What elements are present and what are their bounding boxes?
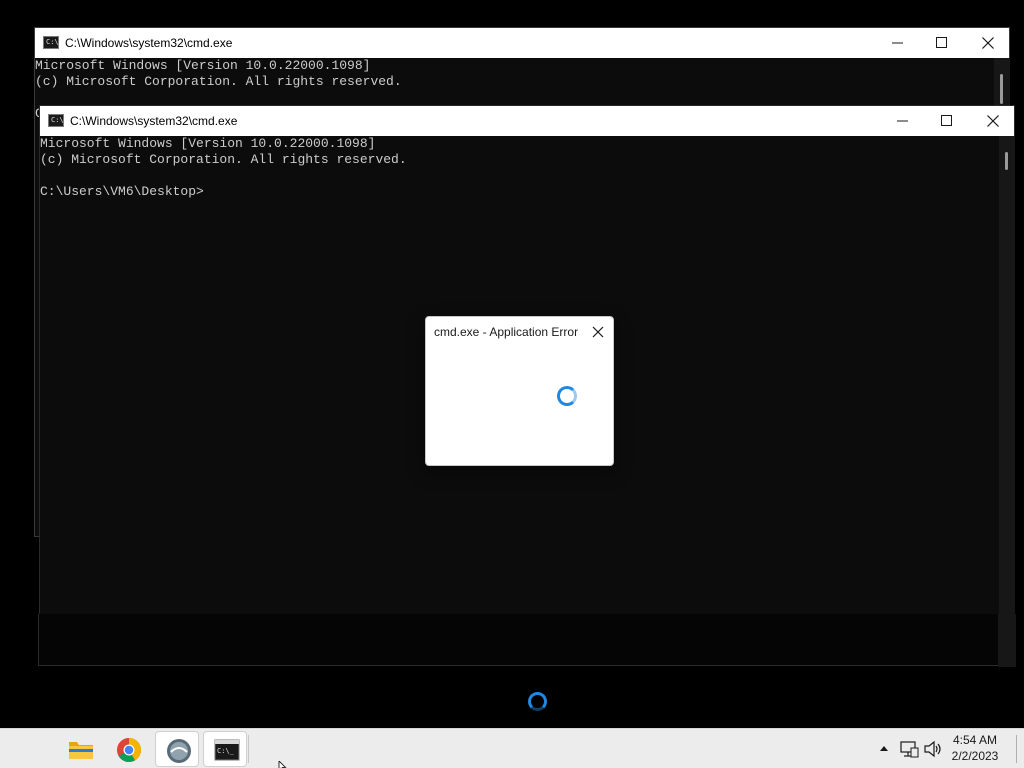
window-title: C:\Windows\system32\cmd.exe [65,36,233,50]
ghost-scrollbar [998,614,1016,667]
clock-time: 4:54 AM [952,733,998,747]
show-desktop-button[interactable] [1014,733,1020,765]
dialog-close-button[interactable] [589,323,607,341]
svg-text:C:\_: C:\_ [217,747,235,755]
taskbar-command-prompt[interactable]: C:\_ [203,731,247,767]
clock-date: 2/2/2023 [951,749,999,763]
taskbar-file-explorer[interactable] [58,731,102,767]
maximize-icon [936,37,947,48]
desktop: C:\ C:\Windows\system32\cmd.exe Microsof… [0,0,1024,768]
close-icon [982,37,994,49]
minimize-button[interactable] [880,106,926,136]
scroll-thumb[interactable] [1005,152,1008,170]
maximize-icon [941,115,952,126]
loading-spinner-icon [528,692,547,711]
chevron-up-icon [880,746,888,751]
loading-spinner-icon [557,386,577,406]
folder-icon [69,742,93,759]
vertical-scrollbar[interactable] [999,136,1015,614]
console-output-line-1: Microsoft Windows [Version 10.0.22000.10… [40,136,376,151]
maximize-button[interactable] [924,106,970,136]
close-button[interactable] [970,106,1016,136]
title-bar[interactable]: C:\ C:\Windows\system32\cmd.exe [40,106,1014,136]
show-desktop-divider [1016,735,1017,763]
minimize-icon [897,120,908,122]
taskbar-chrome[interactable] [106,731,150,767]
window-ghost-frame [38,614,1016,666]
scroll-thumb[interactable] [1000,74,1003,104]
mouse-pointer-icon [278,761,287,768]
taskbar-separator [248,735,249,763]
close-icon [592,326,604,338]
minimize-button[interactable] [875,28,921,58]
console-output-line-1: Microsoft Windows [Version 10.0.22000.10… [35,58,371,73]
chrome-icon [117,738,141,763]
network-icon [900,741,919,758]
taskbar: C:\_ 4:54 AM 2/2/2023 [0,728,1024,768]
console-output-line-2: (c) Microsoft Corporation. All rights re… [40,152,407,167]
speaker-icon [924,740,941,758]
window-title: C:\Windows\system32\cmd.exe [70,114,238,128]
clock-button[interactable]: 4:54 AM 2/2/2023 [946,732,1004,764]
minimize-icon [892,42,903,44]
app-icon [167,739,191,763]
console-icon: C:\ [43,36,59,49]
console-output-line-2: (c) Microsoft Corporation. All rights re… [35,74,402,89]
title-bar[interactable]: C:\ C:\Windows\system32\cmd.exe [35,28,1009,58]
command-prompt[interactable]: C:\Users\VM6\Desktop> [40,184,204,200]
console-icon: C:\ [48,114,64,127]
close-icon [987,115,999,127]
close-button[interactable] [965,28,1011,58]
application-error-dialog[interactable]: cmd.exe - Application Error [425,316,614,466]
network-button[interactable] [899,739,919,759]
show-hidden-icons-button[interactable] [877,741,891,757]
maximize-button[interactable] [919,28,965,58]
console-icon: C:\_ [214,739,240,761]
volume-button[interactable] [923,739,943,759]
taskbar-app[interactable] [155,731,199,767]
dialog-title: cmd.exe - Application Error [434,325,579,339]
